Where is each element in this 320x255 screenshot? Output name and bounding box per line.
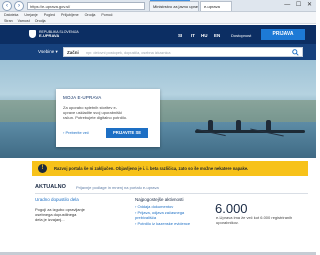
search-placeholder: npr. delovni postopek, dopustila, osebna…	[86, 50, 171, 55]
accessibility-link[interactable]: Dostopnost	[231, 33, 251, 38]
command-tools[interactable]: Orodja	[35, 19, 46, 23]
moja-euprava-card: MOJA E-UPRAVA Za uporabo spletnih storit…	[56, 89, 160, 147]
list-item[interactable]: › Potrdilo iz kazenske evidence	[135, 221, 195, 227]
back-icon[interactable]: ‹	[2, 1, 12, 11]
lang-si[interactable]: SI	[178, 33, 182, 38]
search-bar: Vsebine ▾ Začni npr. delovni postopek, d…	[0, 44, 316, 60]
command-safety[interactable]: Varnost	[18, 19, 30, 23]
aktualno-link[interactable]: Prijavnje podlage in mnenj na portalu e-…	[76, 185, 159, 190]
address-bar[interactable]: https://e-uprava.gov.si/	[27, 2, 145, 10]
search-input[interactable]: Začni npr. delovni postopek, dopustila, …	[63, 47, 303, 57]
search-label: Začni	[67, 50, 79, 55]
section-title-aktualno: AKTUALNO	[35, 184, 66, 190]
site-logo-text[interactable]: REPUBLIKA SLOVENIJA E-UPRAVA	[39, 30, 79, 38]
user-count-text: e-Uprava ima že več kot 6.000 registrira…	[216, 215, 293, 225]
beta-notice: ! Razvoj portala še ni zaključen. Objavl…	[32, 161, 308, 176]
tab-ministrstvo[interactable]: Ministrstvo za javno upravo	[149, 1, 199, 11]
menu-help[interactable]: Pomoč	[101, 13, 112, 17]
column-activities: Najpogostejše aktivnosti › Oddaja dokume…	[135, 197, 205, 226]
section-divider	[35, 193, 308, 194]
lang-hu[interactable]: HU	[201, 33, 208, 38]
forward-icon[interactable]: ›	[14, 1, 24, 11]
col2-title: Najpogostejše aktivnosti	[135, 197, 184, 202]
lang-en[interactable]: EN	[214, 33, 220, 38]
tab-e-uprava[interactable]: e-uprava	[200, 1, 232, 11]
chevron-down-icon: ▾	[55, 49, 58, 54]
login-button[interactable]: PRIJAVA	[261, 29, 305, 40]
col1-text: Pogoji za izgubo opravljanje osebnega do…	[35, 207, 85, 222]
browser-titlebar: ‹ › https://e-uprava.gov.si/ Ministrstvo…	[0, 0, 316, 12]
list-item-label: Prijava, odjava začasnega prebivališča	[135, 209, 185, 221]
list-item-label: Potrdilo iz kazenske evidence	[137, 220, 191, 226]
list-item-label: Oddaja dokumentov	[137, 204, 174, 209]
menu-favorites[interactable]: Priljubljene	[61, 13, 79, 17]
coat-of-arms-logo[interactable]	[29, 30, 36, 38]
user-count-stat: 6.000	[215, 201, 248, 216]
browser-command-bar: Stran Varnost Orodja	[0, 18, 316, 24]
site-header: REPUBLIKA SLOVENIJA E-UPRAVA SI IT HU EN…	[0, 25, 316, 44]
search-category-label: Vsebine	[38, 49, 55, 54]
moja-title: MOJA E-UPRAVA	[63, 95, 102, 100]
moja-description: Za uporabo spletnih storitev e-uprave us…	[63, 105, 128, 120]
activities-list: › Oddaja dokumentov › Prijava, odjava za…	[135, 204, 195, 226]
menu-edit[interactable]: Urejanje	[24, 13, 37, 17]
menu-view[interactable]: Pogled	[44, 13, 55, 17]
read-more-label: Preberite več	[65, 130, 90, 135]
menu-tools[interactable]: Orodja	[85, 13, 96, 17]
read-more-link[interactable]: › Preberite več	[63, 130, 89, 135]
lang-it[interactable]: IT	[191, 33, 195, 38]
search-category-select[interactable]: Vsebine ▾	[38, 49, 58, 55]
col1-title[interactable]: Uradno dopustilo dela	[35, 197, 95, 202]
list-item[interactable]: › Prijava, odjava začasnega prebivališča	[135, 210, 195, 221]
command-page[interactable]: Stran	[4, 19, 13, 23]
menu-file[interactable]: Datoteka	[4, 13, 18, 17]
window-controls[interactable]: — ☐ ✕	[284, 1, 314, 8]
sign-in-button[interactable]: PRIJAVITE SE	[106, 128, 148, 138]
logo-line-2: E-UPRAVA	[39, 33, 60, 38]
column-official: Uradno dopustilo dela Pogoji za izgubo o…	[35, 197, 95, 222]
notice-text: Razvoj portala še ni zaključen. Objavlje…	[54, 166, 249, 171]
warning-icon: !	[38, 164, 47, 173]
search-icon[interactable]	[292, 49, 299, 56]
